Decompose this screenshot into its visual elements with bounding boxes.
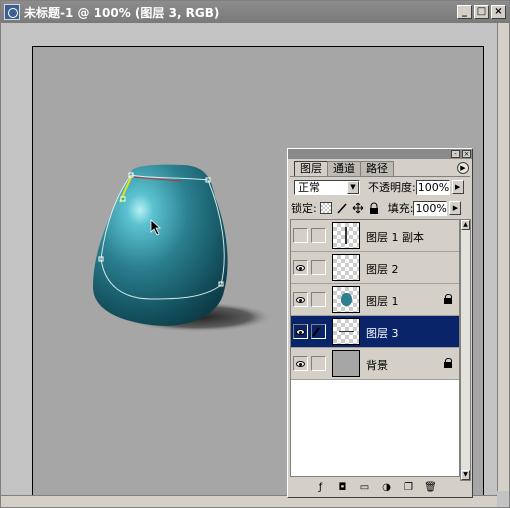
vase-shape: [93, 164, 228, 326]
tab-channels[interactable]: 通道: [327, 161, 361, 176]
lock-icon: [444, 294, 453, 304]
layer-name: 图层 1 副本: [366, 231, 424, 244]
palette-close-button[interactable]: ×: [462, 150, 471, 158]
eye-icon: [296, 361, 305, 367]
document-titlebar[interactable]: 未标题-1 @ 100% (图层 3, RGB) _ □ ×: [1, 1, 509, 23]
blend-mode-value: 正常: [298, 180, 320, 194]
brush-icon: [312, 327, 320, 337]
lock-all-icon[interactable]: [368, 202, 380, 214]
anchor-point[interactable]: [120, 196, 126, 202]
photoshop-document-icon[interactable]: [4, 4, 20, 20]
link-toggle[interactable]: [311, 356, 326, 371]
minimize-button[interactable]: _: [457, 5, 472, 19]
opacity-field[interactable]: 100%: [415, 179, 450, 195]
maximize-button[interactable]: □: [474, 5, 489, 19]
eye-icon: [296, 297, 305, 303]
lock-pixels-icon[interactable]: [336, 202, 348, 214]
fill-slider-button[interactable]: ▶: [449, 201, 462, 215]
layer-thumbnail: [332, 318, 360, 345]
layer-row[interactable]: 图层 2: [291, 252, 459, 284]
layers-palette: - × 图层 通道 路径 ▶ 正常 ▼ 不透明度: 100% ▶ 锁定: 填充:…: [287, 148, 473, 498]
palette-menu-icon[interactable]: ▶: [457, 162, 469, 174]
layer-name: 背景: [366, 359, 388, 372]
document-vertical-scrollbar[interactable]: [497, 23, 509, 491]
link-toggle[interactable]: [311, 260, 326, 275]
layer-thumbnail: [332, 350, 360, 377]
palette-titlebar[interactable]: - ×: [288, 149, 472, 159]
visibility-toggle[interactable]: [293, 228, 308, 243]
opacity-label: 不透明度:: [368, 181, 416, 194]
palette-minimize-button[interactable]: -: [451, 150, 460, 158]
tab-layers[interactable]: 图层: [294, 161, 328, 176]
visibility-toggle[interactable]: [293, 356, 308, 371]
layer-row[interactable]: 图层 3: [291, 316, 459, 348]
layer-thumbnail: [332, 286, 360, 313]
layer-row[interactable]: 图层 1: [291, 284, 459, 316]
palette-footer: ƒ ◘ ▭ ◑ ❐ 🗑: [314, 482, 437, 496]
close-button[interactable]: ×: [491, 5, 506, 19]
tab-divider: [290, 176, 470, 177]
fill-field[interactable]: 100%: [413, 200, 448, 216]
scroll-up-button[interactable]: ▲: [461, 220, 470, 230]
visibility-toggle[interactable]: [293, 324, 308, 339]
visibility-toggle[interactable]: [293, 260, 308, 275]
lock-icon: [444, 358, 453, 368]
eye-icon: [296, 265, 305, 271]
layer-list-scrollbar[interactable]: ▲ ▼: [460, 219, 471, 481]
blend-row: 正常 ▼ 不透明度: 100% ▶: [294, 179, 470, 195]
link-toggle[interactable]: [311, 324, 326, 339]
lock-row: 锁定: 填充: 100% ▶: [291, 200, 471, 216]
layer-style-icon[interactable]: ƒ: [314, 482, 327, 495]
link-toggle[interactable]: [311, 228, 326, 243]
layer-row[interactable]: 图层 1 副本: [291, 220, 459, 252]
chevron-down-icon[interactable]: ▼: [347, 180, 359, 194]
trash-icon[interactable]: 🗑: [424, 482, 437, 495]
palette-tabs: 图层 通道 路径: [294, 161, 394, 177]
layer-name: 图层 2: [366, 263, 399, 276]
layer-name: 图层 3: [366, 327, 399, 340]
lock-transparency-icon[interactable]: [319, 202, 332, 214]
adjustment-layer-icon[interactable]: ◑: [380, 482, 393, 495]
lock-label: 锁定:: [291, 202, 317, 215]
document-title: 未标题-1 @ 100% (图层 3, RGB): [24, 5, 220, 20]
new-set-icon[interactable]: ▭: [358, 482, 371, 495]
link-toggle[interactable]: [311, 292, 326, 307]
visibility-toggle[interactable]: [293, 292, 308, 307]
scroll-down-button[interactable]: ▼: [461, 470, 470, 480]
layer-thumbnail: [332, 222, 360, 249]
layer-name: 图层 1: [366, 295, 399, 308]
eye-icon: [296, 329, 305, 335]
layer-row[interactable]: 背景: [291, 348, 459, 380]
opacity-slider-button[interactable]: ▶: [451, 180, 464, 194]
add-mask-icon[interactable]: ◘: [336, 482, 349, 495]
layer-list: 图层 1 副本 图层 2 图层 1 图层 3 背景: [290, 219, 460, 477]
lock-position-icon[interactable]: [352, 202, 364, 214]
tab-paths[interactable]: 路径: [360, 161, 394, 176]
blend-mode-select[interactable]: 正常 ▼: [294, 179, 360, 195]
layer-thumbnail: [332, 254, 360, 281]
fill-label: 填充:: [387, 202, 414, 215]
new-layer-icon[interactable]: ❐: [402, 482, 415, 495]
